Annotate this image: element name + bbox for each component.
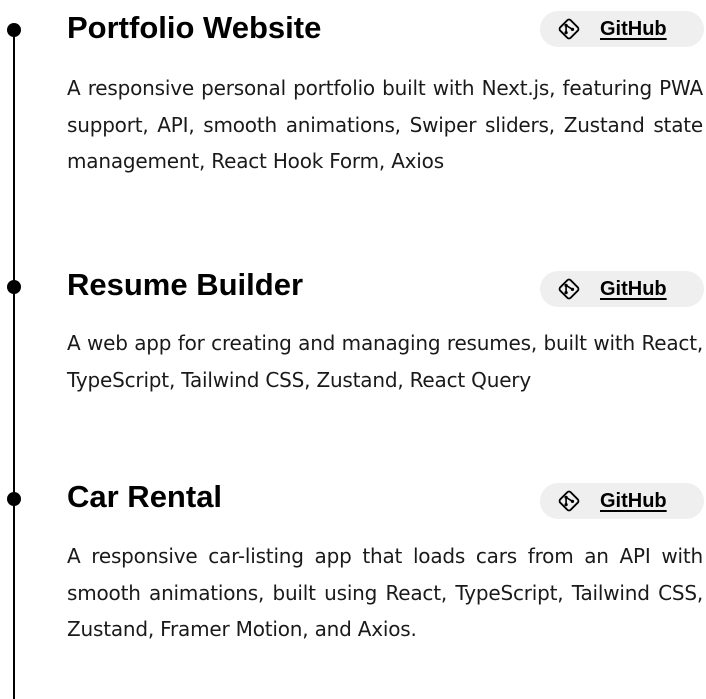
project-title: Portfolio Website — [67, 10, 322, 45]
project-description: A responsive car-listing app that loads … — [67, 544, 703, 641]
github-link-label: GitHub — [600, 17, 667, 40]
git-icon — [558, 490, 580, 512]
git-icon — [558, 18, 580, 40]
github-link-label: GitHub — [600, 277, 667, 300]
github-link-label: GitHub — [600, 489, 667, 512]
project-title: Resume Builder — [67, 267, 304, 302]
timeline-dot — [7, 492, 21, 506]
github-link-button[interactable]: GitHub — [540, 483, 704, 519]
github-link-button[interactable]: GitHub — [540, 11, 704, 47]
timeline-line — [13, 30, 15, 699]
git-icon — [558, 278, 580, 300]
project-description: A web app for creating and managing resu… — [67, 331, 703, 392]
project-description: A responsive personal portfolio built wi… — [67, 76, 703, 173]
github-link-button[interactable]: GitHub — [540, 271, 704, 307]
project-title: Car Rental — [67, 479, 223, 514]
timeline-dot — [7, 280, 21, 294]
timeline-dot — [7, 23, 21, 37]
